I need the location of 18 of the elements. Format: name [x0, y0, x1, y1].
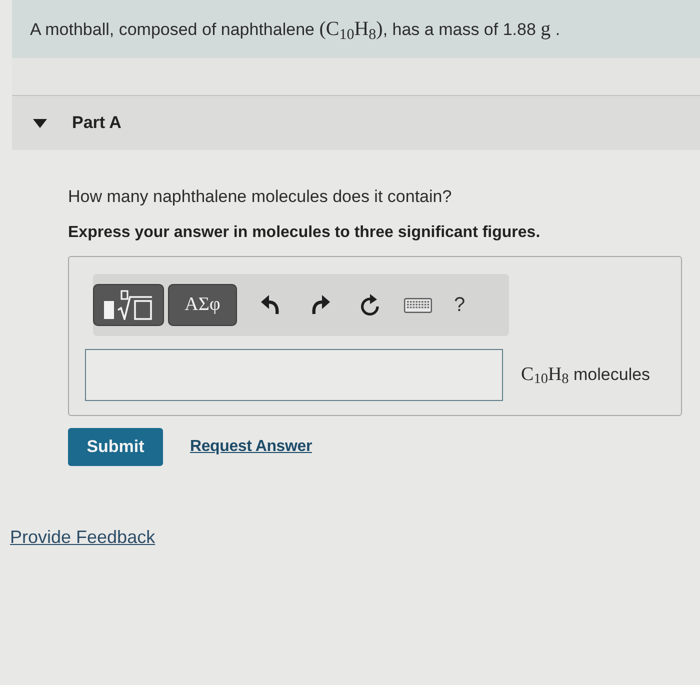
unit-label: C$_{10}$H$_{8}$ molecules [521, 362, 650, 390]
answer-field[interactable] [85, 349, 503, 401]
part-title[interactable]: Part A [72, 110, 122, 136]
radical-template-icon [104, 290, 154, 320]
keyboard-icon[interactable] [404, 298, 432, 312]
question-text: How many naphthalene molecules does it contain? [68, 186, 453, 208]
expand-triangle-icon[interactable] [33, 118, 47, 128]
instruction-text: Express your answer in molecules to three significant figures. [68, 223, 542, 243]
problem-statement: A mothball, composed of naphthalene (C$_{10}$H$_{8}$), has a mass of 1.88 g . [30, 17, 560, 44]
symbols-button[interactable]: ΑΣφ [168, 284, 237, 326]
feedback-link[interactable]: Provide Feedback [10, 527, 156, 547]
templates-button[interactable] [93, 284, 164, 326]
undo-icon[interactable] [261, 295, 279, 315]
redo-icon[interactable] [312, 295, 330, 315]
help-button[interactable]: ? [454, 293, 466, 317]
submit-button[interactable]: Submit [68, 428, 163, 466]
reset-icon[interactable] [360, 294, 380, 316]
request-answer-link[interactable]: Request Answer [190, 435, 312, 459]
